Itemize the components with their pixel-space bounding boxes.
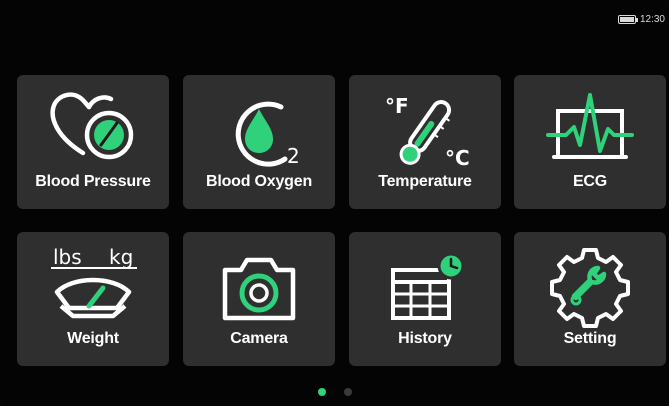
tile-weight[interactable]: lbs kg Weight: [17, 232, 169, 366]
tile-label: Temperature: [378, 173, 472, 190]
ecg-monitor-icon: [546, 93, 634, 159]
tile-blood-pressure[interactable]: Blood Pressure: [17, 75, 169, 209]
tile-label: Weight: [67, 330, 119, 347]
fahrenheit-label: °F: [385, 94, 409, 118]
page-dot[interactable]: [343, 388, 352, 396]
tile-camera[interactable]: Camera: [183, 232, 335, 366]
thermometer-icon: °F °C: [385, 94, 470, 170]
tile-ecg[interactable]: ECG: [514, 75, 666, 209]
calendar-clock-icon: [391, 252, 465, 320]
tile-temperature[interactable]: °F °C Temperature: [349, 75, 501, 209]
page-dot-active[interactable]: [317, 388, 326, 396]
camera-icon: [222, 257, 296, 321]
oxygen-subscript: 2: [287, 144, 300, 168]
tile-label: ECG: [572, 173, 608, 190]
weight-unit-kg: kg: [109, 245, 133, 269]
home-screen: 12:30 Blood Pressure 2 Blood Oxygen °F °…: [0, 0, 669, 406]
status-bar: 12:30: [617, 14, 665, 25]
celsius-label: °C: [445, 146, 470, 170]
heart-gauge-icon: [50, 92, 134, 160]
tile-label: History: [398, 330, 452, 347]
tile-history[interactable]: History: [349, 232, 501, 366]
tile-label: Blood Pressure: [35, 173, 151, 190]
page-indicator: [0, 388, 669, 396]
oxygen-drop-icon: 2: [235, 101, 300, 168]
scale-icon: lbs kg: [51, 245, 137, 319]
clock-time: 12:30: [639, 14, 665, 25]
gear-wrench-icon: [550, 248, 630, 328]
tile-blood-oxygen[interactable]: 2 Blood Oxygen: [183, 75, 335, 209]
battery-icon: [617, 15, 638, 24]
tile-label: Camera: [230, 330, 288, 347]
tile-label: Setting: [563, 330, 617, 347]
weight-unit-lbs: lbs: [53, 245, 82, 269]
tile-label: Blood Oxygen: [205, 173, 313, 190]
tile-setting[interactable]: Setting: [514, 232, 666, 366]
